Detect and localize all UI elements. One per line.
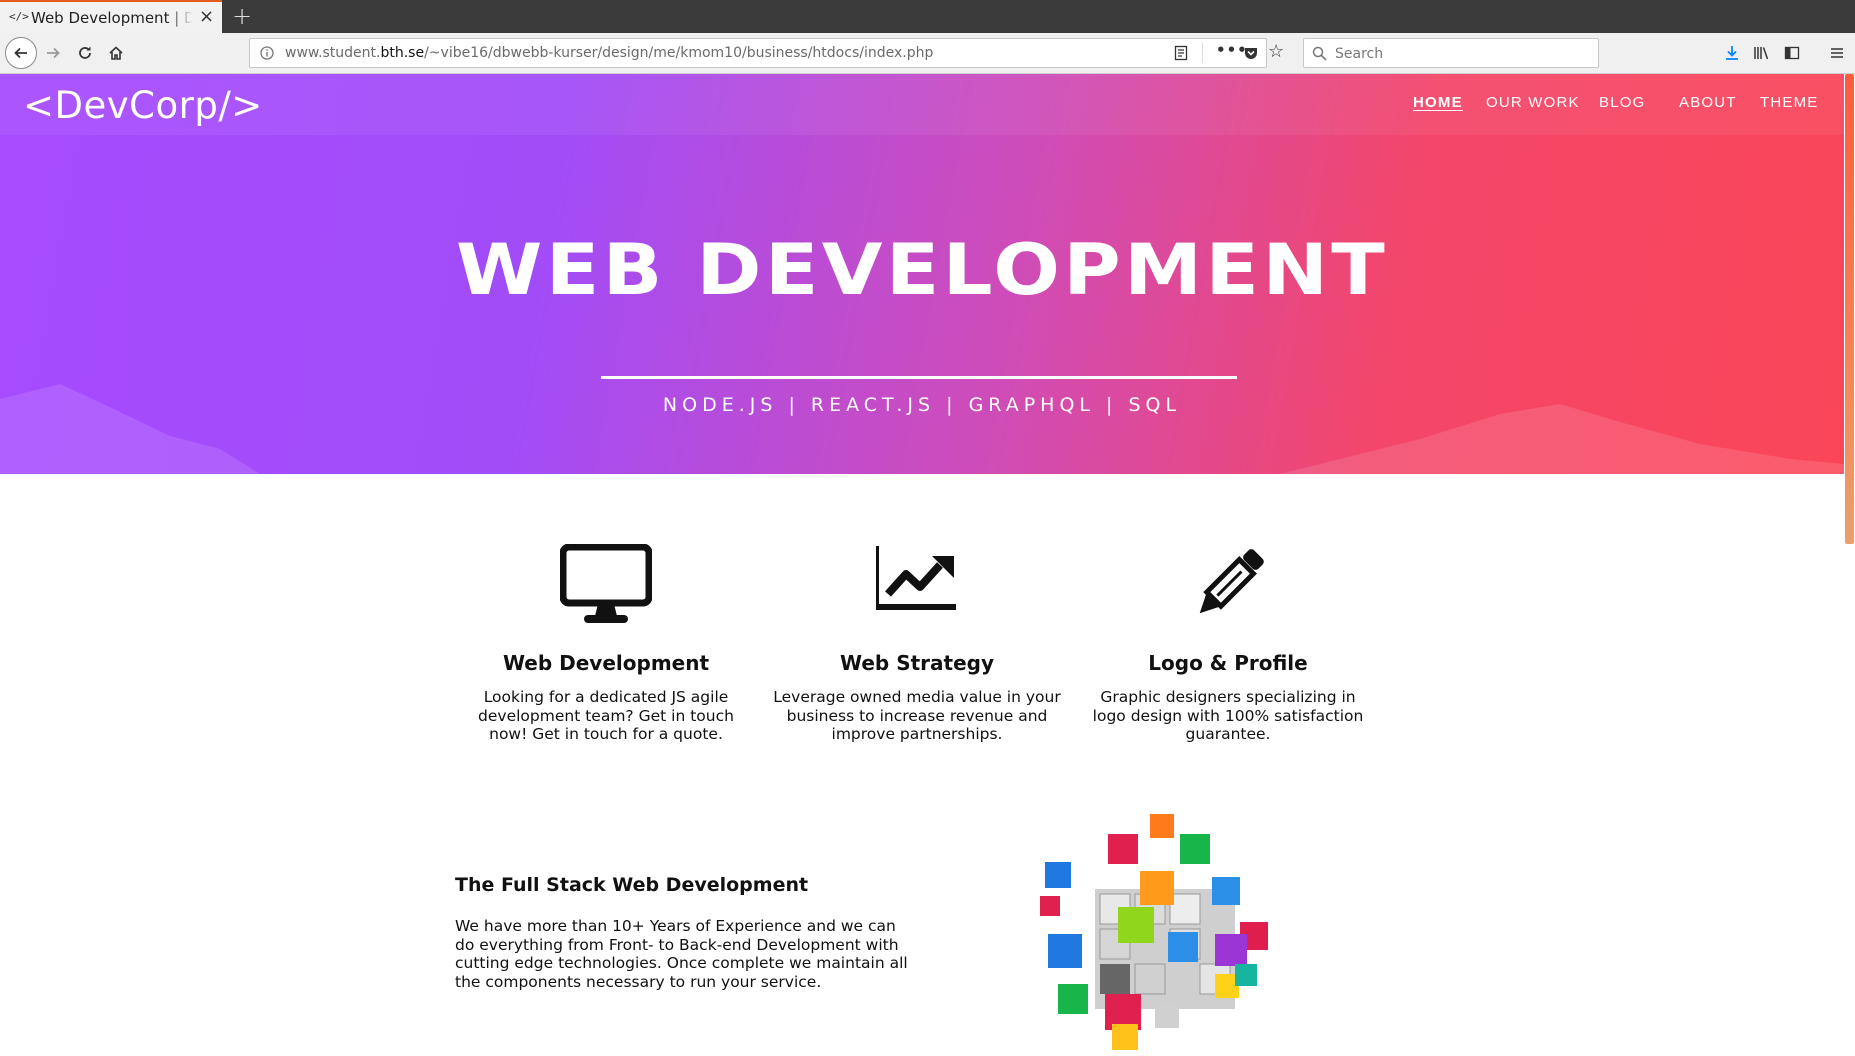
download-icon <box>1726 46 1738 60</box>
new-tab-button[interactable]: + <box>232 2 252 30</box>
hero-section: <DevCorp/> HOME OUR WORK BLOG ABOUT THEM… <box>0 74 1844 474</box>
nav-blog[interactable]: BLOG <box>1599 94 1645 111</box>
home-icon <box>109 46 123 60</box>
sidebar-button[interactable] <box>1780 41 1804 65</box>
nav-home[interactable]: HOME <box>1413 94 1463 111</box>
tab-title: Web Development | DevCorp <box>31 9 193 27</box>
hero-title: WEB DEVELOPMENT <box>455 229 1389 311</box>
info-icon[interactable] <box>260 46 274 60</box>
service-title: Web Development <box>502 651 710 675</box>
back-button[interactable] <box>5 37 37 69</box>
url-text[interactable]: www.student.bth.se/~vibe16/dbwebb-kurser… <box>285 45 933 61</box>
browser-toolbar: www.student.bth.se/~vibe16/dbwebb-kurser… <box>0 33 1855 74</box>
urlbar-divider <box>1202 43 1203 63</box>
favicon-icon: </> <box>9 10 29 23</box>
sidebar-icon <box>1784 46 1800 60</box>
arrow-right-icon <box>47 47 60 59</box>
downloads-button[interactable] <box>1720 41 1744 65</box>
service-web-strategy: Web Strategy Leverage owned media value … <box>767 544 1067 744</box>
mountain-background <box>0 384 1844 474</box>
fullstack-title: The Full Stack Web Development <box>455 874 809 896</box>
fullstack-text: We have more than 10+ Years of Experienc… <box>455 917 908 991</box>
url-path: /~vibe16/dbwebb-kurser/design/me/kmom10/… <box>424 45 934 61</box>
scrollbar-thumb[interactable] <box>1845 74 1854 544</box>
hero-subtitle: NODE.JS | REACT.JS | GRAPHQL | SQL <box>662 394 1182 416</box>
search-field[interactable]: Search <box>1303 38 1599 68</box>
library-icon <box>1754 47 1769 60</box>
url-prefix: www.student. <box>285 45 381 61</box>
pencil-icon <box>1199 549 1264 614</box>
pocket-icon[interactable] <box>1243 45 1259 61</box>
service-web-development: Web Development Looking for a dedicated … <box>456 544 756 744</box>
reload-button[interactable] <box>73 41 97 65</box>
page-viewport: <DevCorp/> HOME OUR WORK BLOG ABOUT THEM… <box>0 74 1844 1056</box>
browser-tab[interactable]: </> Web Development | DevCorp × <box>0 0 222 33</box>
search-icon <box>1312 46 1327 61</box>
url-domain: bth.se <box>380 45 425 61</box>
service-text: Graphic designers specializing in logo d… <box>1092 688 1364 743</box>
reader-view-icon[interactable] <box>1173 45 1189 61</box>
service-text: Looking for a dedicated JS agile develop… <box>478 688 734 743</box>
nav-theme[interactable]: THEME <box>1760 94 1819 111</box>
service-text: Leverage owned media value in your busin… <box>773 688 1061 743</box>
menu-button[interactable] <box>1825 41 1849 65</box>
service-title: Logo & Profile <box>1148 651 1308 675</box>
service-logo-profile: Logo & Profile Graphic designers special… <box>1078 544 1378 744</box>
arrow-left-icon <box>14 47 27 59</box>
library-button[interactable] <box>1750 41 1774 65</box>
address-bar[interactable]: www.student.bth.se/~vibe16/dbwebb-kurser… <box>249 38 1284 68</box>
bookmark-star-icon[interactable]: ☆ <box>1268 41 1284 62</box>
hero-divider <box>601 376 1237 379</box>
monitor-icon <box>560 544 652 623</box>
search-placeholder: Search <box>1335 46 1384 62</box>
tab-bar: </> Web Development | DevCorp × + <box>0 0 1855 33</box>
forward-button[interactable] <box>42 41 64 65</box>
colorful-cubes-image <box>1040 814 1268 1050</box>
nav-about[interactable]: ABOUT <box>1679 94 1737 111</box>
hamburger-icon <box>1831 48 1843 58</box>
nav-our-work[interactable]: OUR WORK <box>1486 94 1580 111</box>
site-logo[interactable]: <DevCorp/> <box>23 84 263 127</box>
reload-icon <box>79 46 91 59</box>
close-tab-icon[interactable]: × <box>199 6 214 27</box>
chart-line-icon <box>876 546 956 610</box>
home-button[interactable] <box>104 41 128 65</box>
service-title: Web Strategy <box>840 651 994 675</box>
